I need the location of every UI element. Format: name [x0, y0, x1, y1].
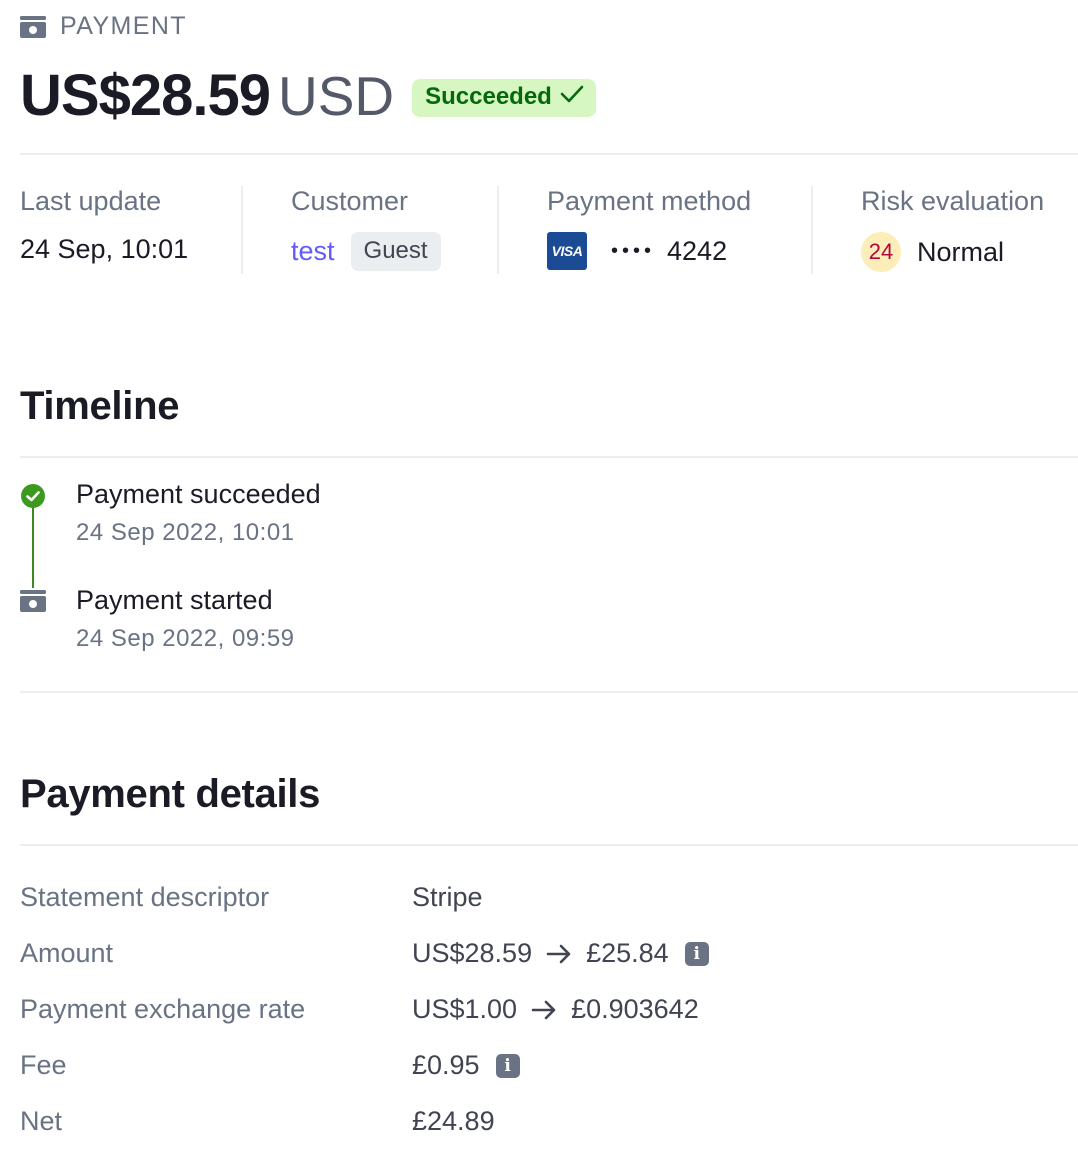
detail-value: Stripe	[412, 882, 483, 913]
arrow-right-icon	[531, 1000, 557, 1020]
statement-descriptor-value: Stripe	[412, 882, 483, 912]
status-badge-label: Succeeded	[425, 82, 552, 110]
summary-divider	[241, 186, 243, 274]
page-eyebrow: PAYMENT	[20, 12, 187, 41]
payment-summary: Last update 24 Sep, 10:01 Customer test …	[20, 186, 1078, 274]
rate-to: £0.903642	[571, 994, 699, 1024]
detail-label: Statement descriptor	[20, 882, 270, 912]
summary-divider	[497, 186, 499, 274]
risk-level: Normal	[917, 236, 1005, 267]
visa-icon: VISA	[547, 232, 587, 270]
detail-label: Amount	[20, 938, 114, 968]
net-value: £24.89	[412, 1106, 495, 1136]
summary-risk: Risk evaluation 24 Normal	[861, 186, 1044, 274]
timeline-bottom-divider	[20, 691, 1078, 693]
detail-value: US$1.00 £0.903642	[412, 994, 699, 1025]
info-icon[interactable]: i	[495, 1053, 520, 1078]
detail-value: £24.89	[412, 1106, 495, 1137]
timeline-event-time: 24 Sep 2022, 10:01	[76, 519, 295, 546]
status-badge: Succeeded	[412, 78, 596, 117]
info-icon[interactable]: i	[684, 941, 709, 966]
timeline-divider	[20, 456, 1078, 458]
eyebrow-label: PAYMENT	[60, 12, 187, 40]
summary-last-update: Last update 24 Sep, 10:01	[20, 186, 188, 274]
customer-label: Customer	[291, 186, 409, 216]
last-update-label: Last update	[20, 186, 162, 216]
detail-label: Fee	[20, 1050, 67, 1080]
check-circle-icon	[20, 483, 46, 514]
amount-from: US$28.59	[412, 938, 533, 968]
detail-row-fee: Fee £0.95 i	[20, 1050, 1078, 1090]
header-divider	[20, 153, 1078, 155]
summary-payment-method: Payment method VISA •••• 4242	[547, 186, 751, 274]
guest-badge: Guest	[350, 232, 441, 271]
timeline-event-title: Payment started	[76, 585, 273, 615]
fee-value: £0.95	[412, 1050, 480, 1080]
card-mask: ••••	[611, 239, 656, 262]
timeline-event-title: Payment succeeded	[76, 479, 321, 509]
checkmark-icon	[560, 83, 584, 111]
payment-details-title: Payment details	[20, 772, 321, 816]
timeline-title: Timeline	[20, 384, 180, 428]
rate-from: US$1.00	[412, 994, 518, 1024]
amount-to: £25.84	[586, 938, 669, 968]
detail-row-exchange-rate: Payment exchange rate US$1.00 £0.903642	[20, 994, 1078, 1034]
cash-icon	[20, 590, 46, 617]
timeline-connector	[32, 506, 34, 588]
payment-method-label: Payment method	[547, 186, 752, 216]
summary-customer: Customer test Guest	[291, 186, 441, 274]
detail-row-statement-descriptor: Statement descriptor Stripe	[20, 882, 1078, 922]
payment-headline: US$28.59 USD Succeeded	[20, 62, 596, 129]
timeline-event-time: 24 Sep 2022, 09:59	[76, 625, 295, 652]
risk-label: Risk evaluation	[861, 186, 1045, 216]
summary-divider	[811, 186, 813, 274]
details-divider	[20, 844, 1078, 846]
detail-label: Payment exchange rate	[20, 994, 306, 1024]
detail-value: £0.95 i	[412, 1050, 520, 1081]
cash-icon	[20, 15, 46, 38]
risk-score-badge[interactable]: 24	[861, 232, 901, 272]
detail-label: Net	[20, 1106, 63, 1136]
customer-link[interactable]: test	[291, 236, 335, 267]
payment-amount: US$28.59	[20, 63, 271, 128]
last-update-value: 24 Sep, 10:01	[20, 234, 189, 264]
arrow-right-icon	[546, 944, 572, 964]
detail-row-net: Net £24.89	[20, 1106, 1078, 1146]
detail-row-amount: Amount US$28.59 £25.84 i	[20, 938, 1078, 978]
card-last4: 4242	[667, 235, 728, 266]
payment-currency: USD	[277, 64, 395, 127]
detail-value: US$28.59 £25.84 i	[412, 938, 709, 969]
